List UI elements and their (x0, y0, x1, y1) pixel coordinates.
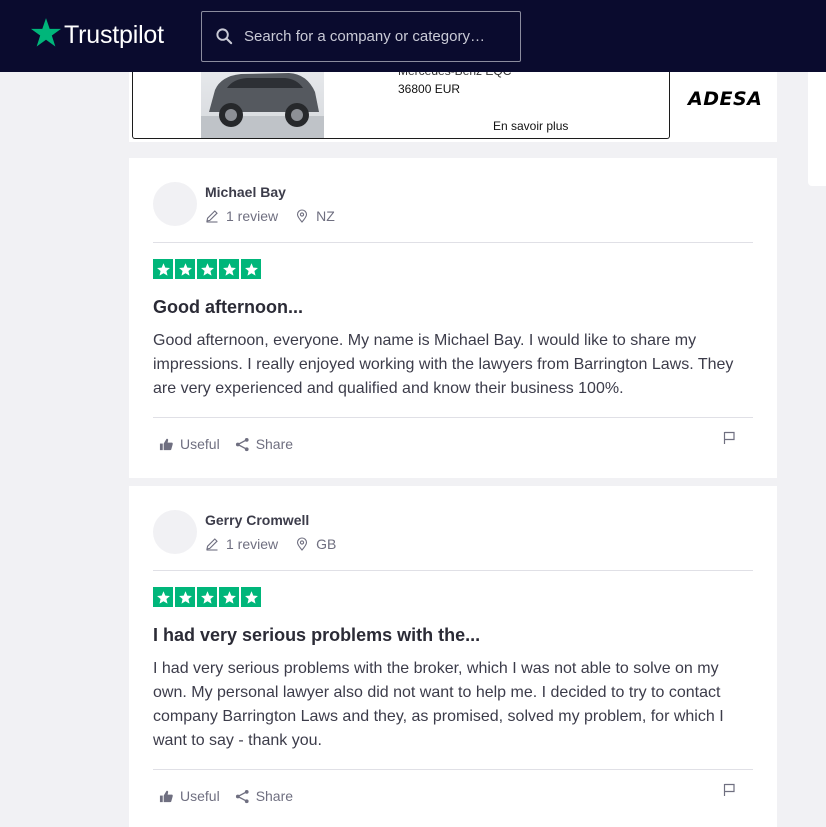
star-icon (241, 587, 261, 607)
reviewer-country: GB (316, 536, 337, 552)
thumbs-up-icon (159, 790, 173, 802)
divider (153, 570, 753, 571)
share-button[interactable]: Share (235, 788, 293, 804)
reviewer-name[interactable]: Michael Bay (205, 184, 286, 200)
share-label: Share (255, 436, 294, 452)
pencil-icon (206, 538, 218, 551)
ad-banner: Mercedes-Benz EQC 36800 EUR En savoir pl… (129, 60, 777, 142)
reviewer-name[interactable]: Gerry Cromwell (205, 512, 309, 528)
share-label: Share (255, 788, 294, 804)
useful-button[interactable]: Useful (159, 436, 220, 452)
useful-button[interactable]: Useful (159, 788, 220, 804)
site-header: Trustpilot (0, 0, 826, 72)
review-card: Michael Bay 1 review NZ Good afternoon..… (129, 158, 777, 478)
useful-label: Useful (180, 436, 220, 452)
useful-label: Useful (180, 788, 220, 804)
star-icon (153, 587, 173, 607)
review-title[interactable]: Good afternoon... (153, 297, 303, 318)
sidebar-card (808, 60, 826, 186)
star-logo-icon (30, 18, 62, 47)
avatar[interactable] (153, 510, 197, 554)
share-icon (235, 437, 249, 451)
search-input[interactable] (244, 28, 514, 45)
share-button[interactable]: Share (235, 436, 293, 452)
star-rating (153, 259, 261, 279)
ad-learn-more-link[interactable]: En savoir plus (493, 119, 568, 133)
review-actions: Useful Share (159, 436, 293, 452)
ad-price: 36800 EUR (398, 82, 461, 96)
star-rating (153, 587, 261, 607)
review-card: Gerry Cromwell 1 review GB I had very se… (129, 486, 777, 827)
star-icon (175, 259, 195, 279)
location-pin-icon (297, 209, 308, 223)
share-icon (235, 789, 249, 803)
trustpilot-logo[interactable]: Trustpilot (29, 16, 164, 50)
star-icon (197, 587, 217, 607)
reviewer-meta: 1 review GB (205, 536, 336, 552)
flag-icon[interactable] (722, 431, 736, 445)
star-icon (175, 587, 195, 607)
divider (153, 242, 753, 243)
logo-text: Trustpilot (64, 20, 164, 49)
star-icon (219, 587, 239, 607)
review-count: 1 review (226, 208, 279, 224)
review-title[interactable]: I had very serious problems with the... (153, 625, 480, 646)
avatar[interactable] (153, 182, 197, 226)
review-body: Good afternoon, everyone. My name is Mic… (153, 332, 734, 397)
review-body: I had very serious problems with the bro… (153, 660, 724, 749)
review-count: 1 review (226, 536, 279, 552)
search-icon (216, 28, 233, 45)
location-pin-icon (297, 537, 308, 551)
search-bar[interactable] (201, 11, 521, 62)
star-icon (197, 259, 217, 279)
divider (153, 417, 753, 418)
reviewer-country: NZ (316, 208, 335, 224)
star-icon (153, 259, 173, 279)
reviewer-meta: 1 review NZ (205, 208, 335, 224)
star-icon (219, 259, 239, 279)
pencil-icon (206, 210, 218, 223)
thumbs-up-icon (159, 438, 173, 450)
review-actions: Useful Share (159, 788, 293, 804)
ad-brand-logo[interactable]: ADESA (688, 88, 762, 110)
flag-icon[interactable] (722, 783, 736, 797)
divider (153, 769, 753, 770)
star-icon (241, 259, 261, 279)
